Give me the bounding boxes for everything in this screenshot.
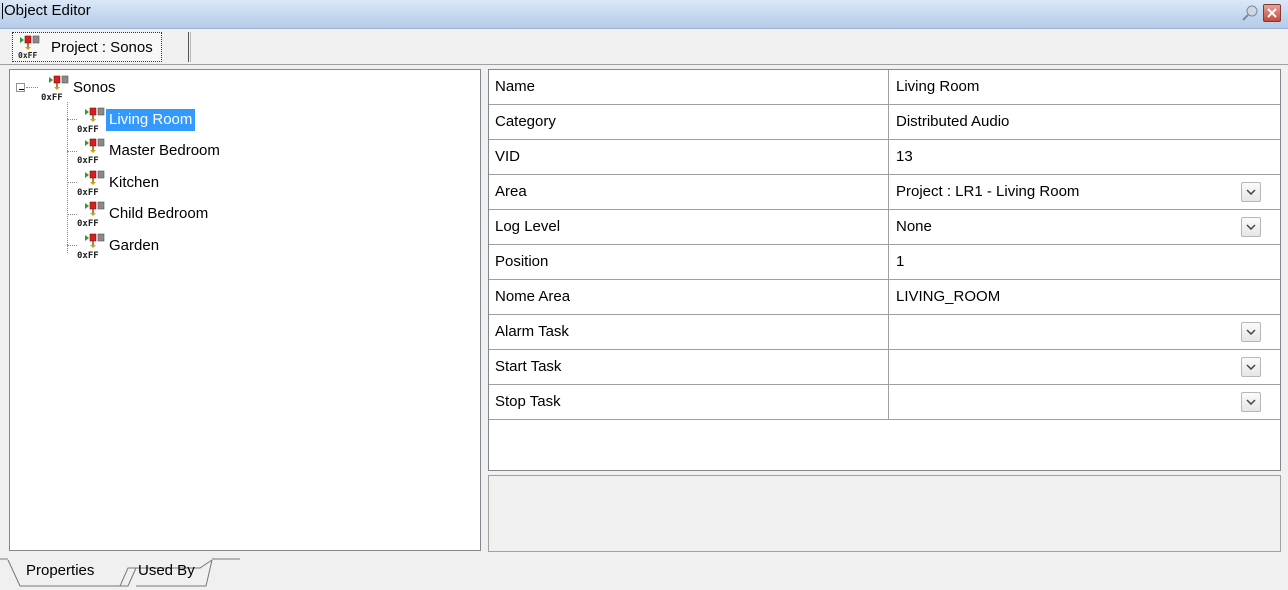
object-tree[interactable]: ⊟ 0xFF Sonos 0xFF Living Room	[9, 69, 481, 551]
tree-node-label: Living Room	[106, 109, 196, 131]
log-level-dropdown-button[interactable]	[1241, 217, 1261, 237]
project-icon: 0xFF	[18, 35, 40, 59]
property-name: Stop Task	[495, 393, 561, 410]
alarm-task-dropdown-button[interactable]	[1241, 322, 1261, 342]
property-name: Area	[495, 183, 527, 200]
area-dropdown-button[interactable]	[1241, 182, 1261, 202]
tree-node-garden[interactable]: 0xFF Garden	[76, 233, 162, 259]
tab-label: Project : Sonos	[51, 38, 153, 56]
property-row-area[interactable]: Area Project : LR1 - Living Room	[489, 175, 1280, 210]
property-value[interactable]: LIVING_ROOM	[896, 288, 1000, 305]
property-row-nome-area[interactable]: Nome Area LIVING_ROOM	[489, 280, 1280, 315]
title-bar: Object Editor	[0, 0, 1288, 29]
device-node-icon: 0xFF	[77, 107, 105, 133]
tree-node-label: Kitchen	[109, 174, 160, 191]
tree-node-sonos[interactable]: 0xFF Sonos	[40, 75, 119, 101]
bottom-tab-strip: Properties Used By	[0, 558, 1288, 590]
tree-node-master-bedroom[interactable]: 0xFF Master Bedroom	[76, 138, 223, 164]
chevron-down-icon	[1246, 189, 1256, 195]
window-title: Object Editor	[2, 2, 91, 19]
property-row-position[interactable]: Position 1	[489, 245, 1280, 280]
chevron-down-icon	[1246, 364, 1256, 370]
device-node-icon: 0xFF	[41, 75, 69, 101]
property-value[interactable]: Distributed Audio	[896, 113, 1009, 130]
chevron-down-icon	[1246, 224, 1256, 230]
property-value[interactable]: 1	[896, 253, 904, 270]
property-name: VID	[495, 148, 521, 165]
property-value[interactable]: None	[896, 218, 932, 235]
device-node-icon: 0xFF	[77, 201, 105, 227]
property-value[interactable]: Living Room	[896, 78, 979, 95]
property-row-vid[interactable]: VID 13	[489, 140, 1280, 175]
property-description-box	[488, 475, 1281, 552]
property-row-start-task[interactable]: Start Task	[489, 350, 1280, 385]
tab-project-sonos[interactable]: 0xFF Project : Sonos	[12, 32, 162, 62]
chevron-down-icon	[1246, 329, 1256, 335]
property-name: Category	[495, 113, 556, 130]
tab-properties[interactable]: Properties	[26, 562, 94, 579]
property-grid: Name Living Room Category Distributed Au…	[488, 69, 1281, 471]
property-row-category[interactable]: Category Distributed Audio	[489, 105, 1280, 140]
tab-used-by[interactable]: Used By	[138, 562, 195, 579]
svg-text:0xFF: 0xFF	[77, 125, 99, 133]
tab-divider	[188, 32, 191, 62]
tree-node-label: Master Bedroom	[109, 142, 220, 159]
tree-node-living-room[interactable]: 0xFF Living Room	[76, 107, 196, 133]
property-name: Name	[495, 78, 536, 95]
device-node-icon: 0xFF	[77, 170, 105, 196]
svg-text:0xFF: 0xFF	[77, 156, 99, 164]
svg-text:0xFF: 0xFF	[18, 51, 37, 59]
tree-node-label: Garden	[109, 237, 160, 254]
property-row-stop-task[interactable]: Stop Task	[489, 385, 1280, 420]
svg-text:0xFF: 0xFF	[41, 93, 63, 101]
property-row-alarm-task[interactable]: Alarm Task	[489, 315, 1280, 350]
device-node-icon: 0xFF	[77, 233, 105, 259]
property-name: Log Level	[495, 218, 561, 235]
property-name: Alarm Task	[495, 323, 569, 340]
device-node-icon: 0xFF	[77, 138, 105, 164]
tree-node-label: Child Bedroom	[109, 205, 209, 222]
tree-node-child-bedroom[interactable]: 0xFF Child Bedroom	[76, 201, 211, 227]
svg-text:0xFF: 0xFF	[77, 219, 99, 227]
document-tab-strip: 0xFF Project : Sonos	[0, 29, 1288, 65]
close-icon[interactable]	[1263, 4, 1281, 22]
minus-icon	[19, 89, 24, 90]
stop-task-dropdown-button[interactable]	[1241, 392, 1261, 412]
property-value[interactable]: Project : LR1 - Living Room	[896, 183, 1079, 200]
start-task-dropdown-button[interactable]	[1241, 357, 1261, 377]
property-row-name[interactable]: Name Living Room	[489, 70, 1280, 105]
svg-text:0xFF: 0xFF	[77, 251, 99, 259]
svg-text:0xFF: 0xFF	[77, 188, 99, 196]
tree-node-kitchen[interactable]: 0xFF Kitchen	[76, 170, 162, 196]
property-name: Start Task	[495, 358, 562, 375]
chevron-down-icon	[1246, 399, 1256, 405]
property-value[interactable]: 13	[896, 148, 913, 165]
property-name: Nome Area	[495, 288, 571, 305]
property-name: Position	[495, 253, 549, 270]
pin-icon[interactable]	[1241, 4, 1259, 22]
tree-node-label: Sonos	[73, 79, 116, 96]
property-row-log-level[interactable]: Log Level None	[489, 210, 1280, 245]
